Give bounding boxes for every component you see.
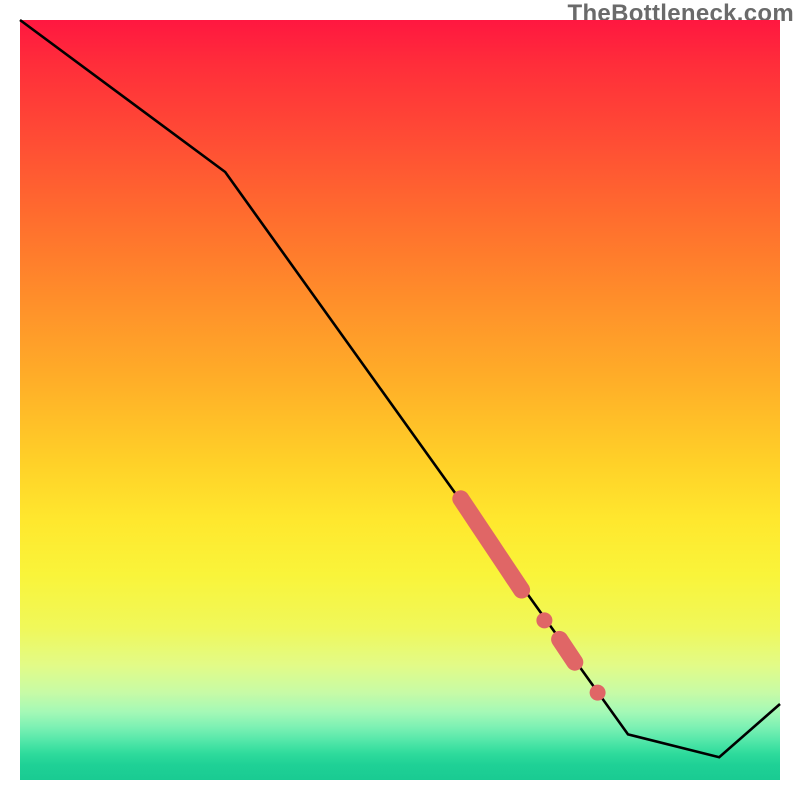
- line-layer: [20, 20, 780, 757]
- highlight-layer: [461, 499, 606, 701]
- bottleneck-curve-path: [20, 20, 780, 757]
- plot-area: [20, 20, 780, 780]
- highlight-segment-1: [461, 499, 522, 590]
- highlight-point-4: [590, 685, 606, 701]
- chart-root: TheBottleneck.com: [0, 0, 800, 800]
- highlight-segment-3: [560, 639, 575, 662]
- highlight-point-2: [536, 612, 552, 628]
- plot-svg: [20, 20, 780, 780]
